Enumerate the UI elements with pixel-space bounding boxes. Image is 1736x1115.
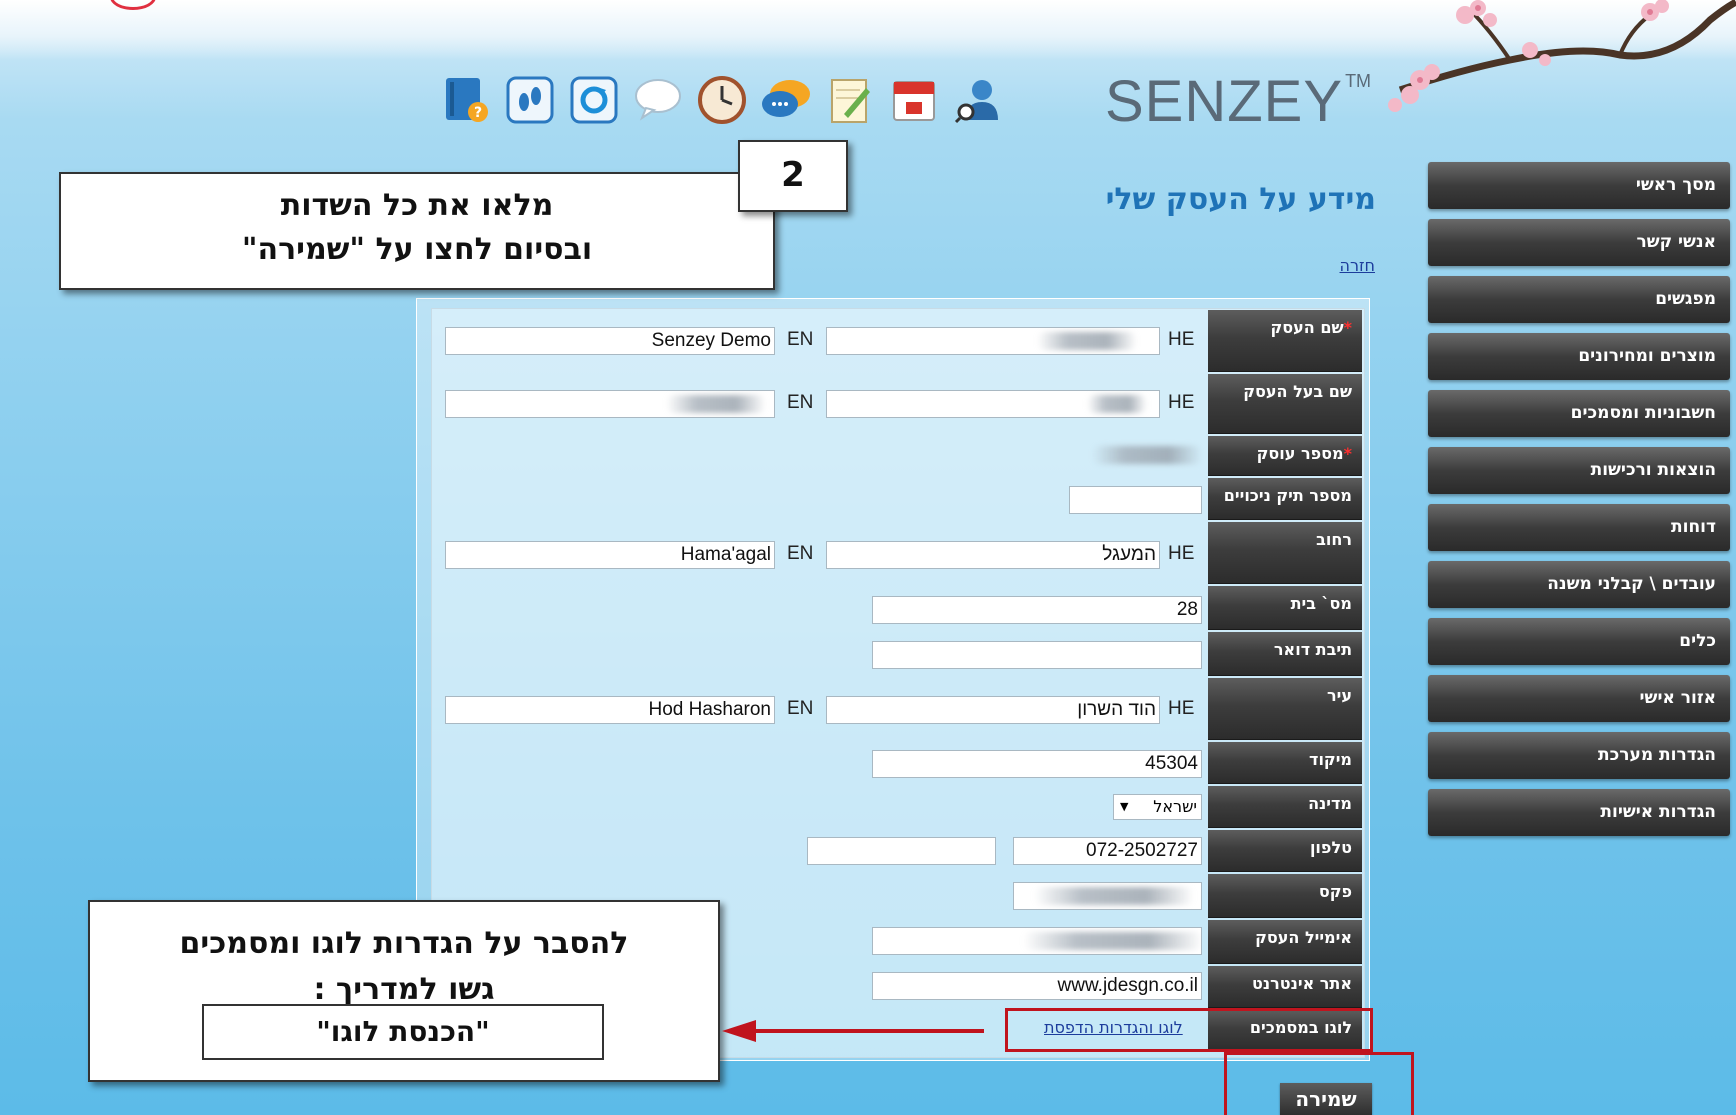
fax-input[interactable] <box>1013 882 1202 910</box>
footsteps-icon[interactable] <box>504 74 556 126</box>
lang-he-tag: HE <box>1168 392 1195 413</box>
sync-icon[interactable] <box>568 74 620 126</box>
sidebar-item-employees[interactable]: עובדים \ קבלני משנה <box>1428 561 1730 608</box>
owner-name-label: שם בעל העסק <box>1208 374 1362 434</box>
phone-input[interactable]: 072-2502727 <box>1013 837 1202 865</box>
city-label: עיר <box>1208 678 1362 740</box>
brand-trademark: TM <box>1345 70 1372 91</box>
owner-name-en-input[interactable] <box>445 390 775 418</box>
back-link[interactable]: חזרה <box>1340 256 1375 275</box>
sidebar-menu: מסך ראשי אנשי קשר מפגשים מוצרים ומחירוני… <box>1428 162 1730 846</box>
lang-he-tag: HE <box>1168 543 1195 564</box>
arrow-left-icon <box>722 1020 984 1042</box>
phone-secondary-input[interactable] <box>807 837 996 865</box>
zip-input[interactable]: 45304 <box>872 750 1202 778</box>
sidebar-item-personal-settings[interactable]: הגדרות אישיות <box>1428 789 1730 836</box>
blossom-branch-decoration <box>1388 0 1736 112</box>
sidebar-item-expenses[interactable]: הוצאות ורכישות <box>1428 447 1730 494</box>
chevron-down-icon: ▼ <box>1120 800 1129 813</box>
sidebar-item-main-screen[interactable]: מסך ראשי <box>1428 162 1730 209</box>
lang-en-tag: EN <box>787 543 814 564</box>
page-title: מידע על העסק שלי <box>1105 182 1376 217</box>
sidebar-item-tools[interactable]: כלים <box>1428 618 1730 665</box>
sidebar-item-personal-area[interactable]: אזור אישי <box>1428 675 1730 722</box>
tax-file-input[interactable] <box>1069 486 1202 514</box>
city-he-input[interactable]: הוד השרון <box>826 696 1160 724</box>
website-input[interactable]: www.jdesgn.co.il <box>872 972 1202 1000</box>
country-label: מדינה <box>1208 786 1362 828</box>
user-search-icon[interactable] <box>952 74 1004 126</box>
email-input[interactable] <box>872 927 1202 955</box>
logo-guide-line-2: גשו למדריך : <box>313 972 495 1007</box>
brand-logo: SENZEY TM <box>1095 66 1371 136</box>
website-label: אתר אינטרנט <box>1208 966 1362 1008</box>
sidebar-item-reports[interactable]: דוחות <box>1428 504 1730 551</box>
zip-label: מיקוד <box>1208 742 1362 784</box>
help-book-icon[interactable]: ? <box>440 74 492 126</box>
svg-text:?: ? <box>474 105 482 121</box>
instruction-line-2: ובסיום לחצו על "שמירה" <box>241 232 593 267</box>
notes-icon[interactable] <box>824 74 876 126</box>
instruction-line-1: מלאו את כל השדות <box>280 188 554 223</box>
business-name-he-input[interactable] <box>826 327 1160 355</box>
toolbar: ? <box>440 68 1016 132</box>
business-number-label: *מספר עוסק <box>1208 436 1362 476</box>
email-label: אימייל העסק <box>1208 920 1362 964</box>
lang-en-tag: EN <box>787 329 814 350</box>
calendar-icon[interactable] <box>888 74 940 126</box>
tax-file-label: מספר תיק ניכויים <box>1208 478 1362 520</box>
country-select[interactable]: ישראל ▼ <box>1113 794 1202 820</box>
logo-guide-callout: להסבר על הגדרות לוגו ומסמכים גשו למדריך … <box>88 900 720 1082</box>
house-number-input[interactable]: 28 <box>872 596 1202 624</box>
business-number-value <box>1092 446 1202 464</box>
logo-highlight-box <box>1005 1008 1373 1052</box>
street-en-input[interactable]: Hama'agal <box>445 541 775 569</box>
brand-name: SENZEY <box>1105 68 1344 134</box>
po-box-input[interactable] <box>872 641 1202 669</box>
lang-en-tag: EN <box>787 698 814 719</box>
business-name-en-input[interactable]: Senzey Demo <box>445 327 775 355</box>
logo-guide-title: "הכנסת לוגו" <box>202 1004 604 1060</box>
business-name-label: *שם העסק <box>1208 310 1362 372</box>
instruction-callout: מלאו את כל השדות ובסיום לחצו על "שמירה" <box>59 172 775 290</box>
owner-name-he-input[interactable] <box>826 390 1160 418</box>
sidebar-item-meetings[interactable]: מפגשים <box>1428 276 1730 323</box>
fax-label: פקס <box>1208 874 1362 918</box>
step-number-badge: 2 <box>738 140 848 212</box>
sidebar-item-contacts[interactable]: אנשי קשר <box>1428 219 1730 266</box>
house-number-label: מס` בית <box>1208 586 1362 630</box>
sidebar-item-system-settings[interactable]: הגדרות מערכת <box>1428 732 1730 779</box>
lang-en-tag: EN <box>787 392 814 413</box>
sidebar-item-products[interactable]: מוצרים ומחירונים <box>1428 333 1730 380</box>
clock-icon[interactable] <box>696 74 748 126</box>
chat-icon[interactable] <box>760 74 812 126</box>
logo-guide-line-1: להסבר על הגדרות לוגו ומסמכים <box>179 926 629 961</box>
lang-he-tag: HE <box>1168 329 1195 350</box>
city-en-input[interactable]: Hod Hasharon <box>445 696 775 724</box>
street-label: רחוב <box>1208 522 1362 584</box>
phone-label: טלפון <box>1208 830 1362 872</box>
po-box-label: תיבת דואר <box>1208 632 1362 676</box>
lang-he-tag: HE <box>1168 698 1195 719</box>
speech-bubble-icon[interactable] <box>632 74 684 126</box>
save-highlight-box <box>1224 1052 1414 1115</box>
sidebar-item-invoices[interactable]: חשבוניות ומסמכים <box>1428 390 1730 437</box>
street-he-input[interactable]: המעגל <box>826 541 1160 569</box>
